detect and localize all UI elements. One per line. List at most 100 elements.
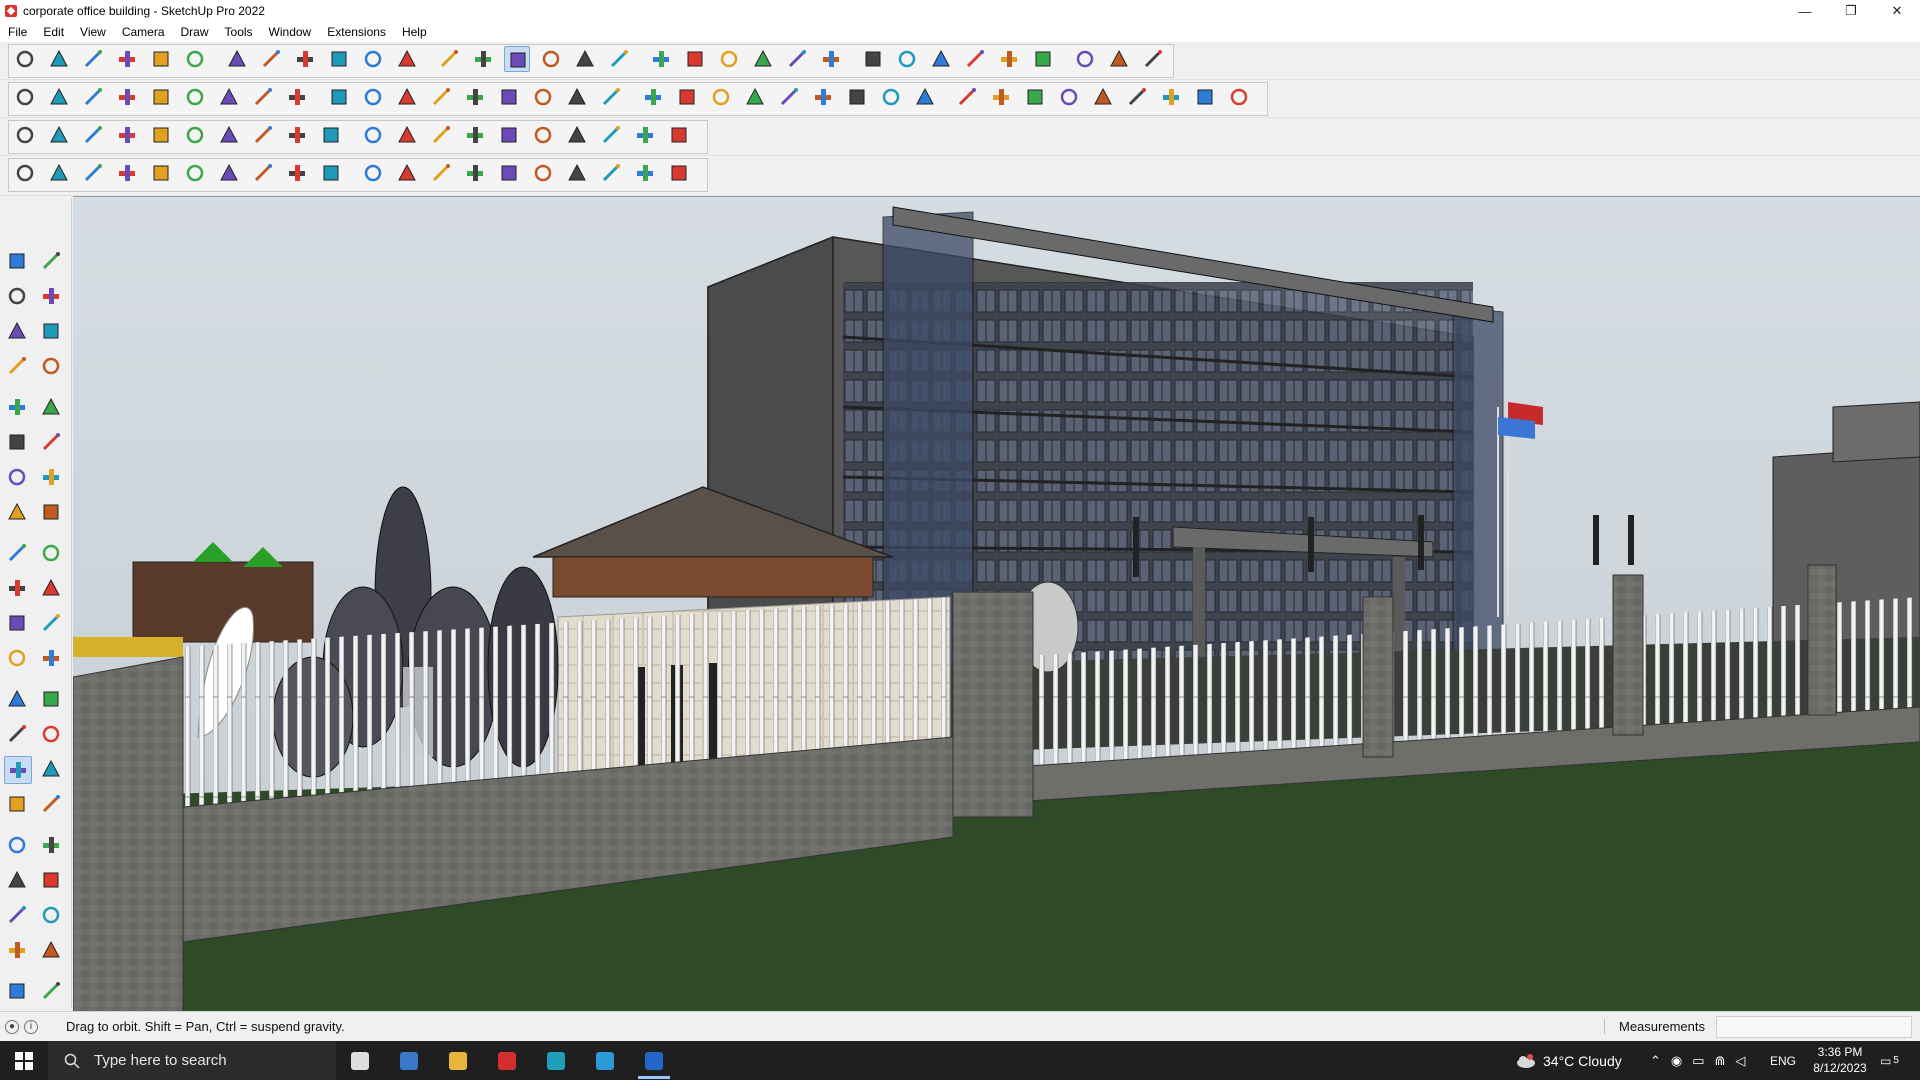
taskbar-clock[interactable]: 3:36 PM 8/12/2023 bbox=[1800, 1044, 1880, 1076]
palette-text-button[interactable] bbox=[38, 686, 66, 714]
taskbar-edge-button[interactable] bbox=[581, 1041, 629, 1080]
palette-arc-button[interactable] bbox=[4, 464, 32, 492]
info-icon[interactable]: i bbox=[24, 1019, 38, 1034]
menu-draw[interactable]: Draw bbox=[173, 25, 217, 39]
toolbar-section-fill-button[interactable] bbox=[394, 84, 420, 110]
toolbar-bend-button[interactable] bbox=[462, 160, 488, 186]
toolbar-right-button[interactable] bbox=[564, 84, 590, 110]
toolbar-eraser-button[interactable] bbox=[80, 46, 106, 72]
toolbar-zoom-button[interactable] bbox=[572, 46, 598, 72]
palette-push-pull-button[interactable] bbox=[38, 540, 66, 568]
toolbar-draw-button[interactable] bbox=[12, 160, 38, 186]
menu-view[interactable]: View bbox=[72, 25, 114, 39]
palette-offset-button[interactable] bbox=[38, 610, 66, 638]
toolbar-section-button[interactable] bbox=[750, 46, 776, 72]
palette-polygon-button[interactable] bbox=[38, 429, 66, 457]
toolbar-warehouse-button[interactable] bbox=[818, 46, 844, 72]
toolbar-pan-button[interactable] bbox=[538, 46, 564, 72]
toolbar-orbit-button[interactable] bbox=[504, 46, 530, 72]
toolbar-paint-bucket-button[interactable] bbox=[470, 46, 496, 72]
taskbar-task-view-button[interactable] bbox=[336, 1041, 384, 1080]
toolbar-fillet-button[interactable] bbox=[114, 160, 140, 186]
palette-shadows-button[interactable] bbox=[38, 937, 66, 965]
toolbar-house-button[interactable] bbox=[674, 84, 700, 110]
model-viewport[interactable] bbox=[73, 196, 1920, 1011]
toolbar-outer-shell-button[interactable] bbox=[114, 84, 140, 110]
toolbar-section-plane-button[interactable] bbox=[360, 84, 386, 110]
palette-move-button[interactable] bbox=[4, 540, 32, 568]
toolbar-section-cut-button[interactable] bbox=[428, 84, 454, 110]
toolbar-fog-button[interactable] bbox=[716, 46, 742, 72]
toolbar-zoom-window-button[interactable] bbox=[606, 46, 632, 72]
toolbar-loft-button[interactable] bbox=[284, 160, 310, 186]
toolbar-split-button[interactable] bbox=[284, 84, 310, 110]
toolbar-mirror-button[interactable] bbox=[496, 122, 522, 148]
toolbar-lattice-button[interactable] bbox=[632, 160, 658, 186]
palette-three-d-text-button[interactable] bbox=[38, 721, 66, 749]
palette-scale-button[interactable] bbox=[4, 610, 32, 638]
toolbar-door-button[interactable] bbox=[394, 122, 420, 148]
menu-camera[interactable]: Camera bbox=[114, 25, 173, 39]
language-indicator[interactable]: ENG bbox=[1770, 1041, 1796, 1080]
start-button[interactable] bbox=[0, 1041, 48, 1080]
menu-edit[interactable]: Edit bbox=[35, 25, 72, 39]
toolbar-paint-button[interactable] bbox=[1226, 84, 1252, 110]
palette-zoom-button[interactable] bbox=[4, 791, 32, 819]
toolbar-shell-button[interactable] bbox=[360, 160, 386, 186]
toolbar-split-face-button[interactable] bbox=[564, 122, 590, 148]
toolbar-iso-button[interactable] bbox=[462, 84, 488, 110]
toolbar-zoom-extents-button[interactable] bbox=[12, 46, 38, 72]
geo-location-icon[interactable]: ● bbox=[5, 1019, 19, 1034]
toolbar-polygon-button[interactable] bbox=[1056, 84, 1082, 110]
palette-tape-measure-button[interactable] bbox=[4, 645, 32, 673]
palette-pan-button[interactable] bbox=[38, 756, 66, 784]
toolbar-spline-button[interactable] bbox=[80, 160, 106, 186]
toolbar-dimension-button[interactable] bbox=[996, 46, 1022, 72]
toolbar-layout-button[interactable] bbox=[894, 46, 920, 72]
taskbar-calculator-button[interactable] bbox=[385, 1041, 433, 1080]
toolbar-wireframe-button[interactable] bbox=[810, 84, 836, 110]
toolbar-chamfer-button[interactable] bbox=[148, 160, 174, 186]
palette-position-camera-button[interactable] bbox=[4, 867, 32, 895]
toolbar-text-button[interactable] bbox=[436, 46, 462, 72]
palette-paint-bucket-button[interactable] bbox=[4, 283, 32, 311]
toolbar-plane-button[interactable] bbox=[12, 122, 38, 148]
toolbar-flex-button[interactable] bbox=[530, 160, 556, 186]
toolbar-window-button[interactable] bbox=[360, 122, 386, 148]
toolbar-user-account-button[interactable] bbox=[784, 46, 810, 72]
toolbar-texture-button[interactable] bbox=[666, 160, 692, 186]
toolbar-taper-button[interactable] bbox=[394, 160, 420, 186]
toolbar-perspective-button[interactable] bbox=[708, 84, 734, 110]
palette-follow-me-button[interactable] bbox=[38, 575, 66, 603]
toolbar-rotate-copy-button[interactable] bbox=[182, 122, 208, 148]
toolbar-grid-button[interactable] bbox=[462, 122, 488, 148]
toolbar-sweep-button[interactable] bbox=[318, 160, 344, 186]
toolbar-extension-warehouse-button[interactable] bbox=[860, 46, 886, 72]
toolbar-back-edges-button[interactable] bbox=[776, 84, 802, 110]
palette-select-button[interactable] bbox=[4, 248, 32, 276]
taskbar-sketchup-button[interactable] bbox=[630, 1041, 678, 1080]
toolbar-torus-button[interactable] bbox=[216, 160, 242, 186]
menu-help[interactable]: Help bbox=[394, 25, 435, 39]
palette-protractor-button[interactable] bbox=[4, 686, 32, 714]
toolbar-sandbox-button[interactable] bbox=[1030, 46, 1056, 72]
close-button[interactable]: ✕ bbox=[1874, 0, 1920, 22]
toolbar-rectangle-red-button[interactable] bbox=[216, 122, 242, 148]
toolbar-undo-button[interactable] bbox=[1072, 46, 1098, 72]
toolbar-array-button[interactable] bbox=[428, 122, 454, 148]
palette-three-point-arc-button[interactable] bbox=[4, 499, 32, 527]
toolbar-trim-button[interactable] bbox=[250, 84, 276, 110]
palette-tag-button[interactable] bbox=[38, 318, 66, 346]
palette-orbit-button[interactable] bbox=[4, 756, 32, 784]
toolbar-align-button[interactable] bbox=[530, 122, 556, 148]
toolbar-rectangle-button[interactable] bbox=[182, 46, 208, 72]
palette-two-point-arc-button[interactable] bbox=[38, 464, 66, 492]
toolbar-roof-button[interactable] bbox=[284, 122, 310, 148]
toolbar-scale-button[interactable] bbox=[360, 46, 386, 72]
palette-component-button[interactable] bbox=[4, 318, 32, 346]
toolbar-stretch-button[interactable] bbox=[496, 160, 522, 186]
toolbar-group-button[interactable] bbox=[46, 84, 72, 110]
palette-styles-button[interactable] bbox=[4, 937, 32, 965]
toolbar-dome-button[interactable] bbox=[564, 160, 590, 186]
toolbar-arc2-button[interactable] bbox=[1090, 84, 1116, 110]
